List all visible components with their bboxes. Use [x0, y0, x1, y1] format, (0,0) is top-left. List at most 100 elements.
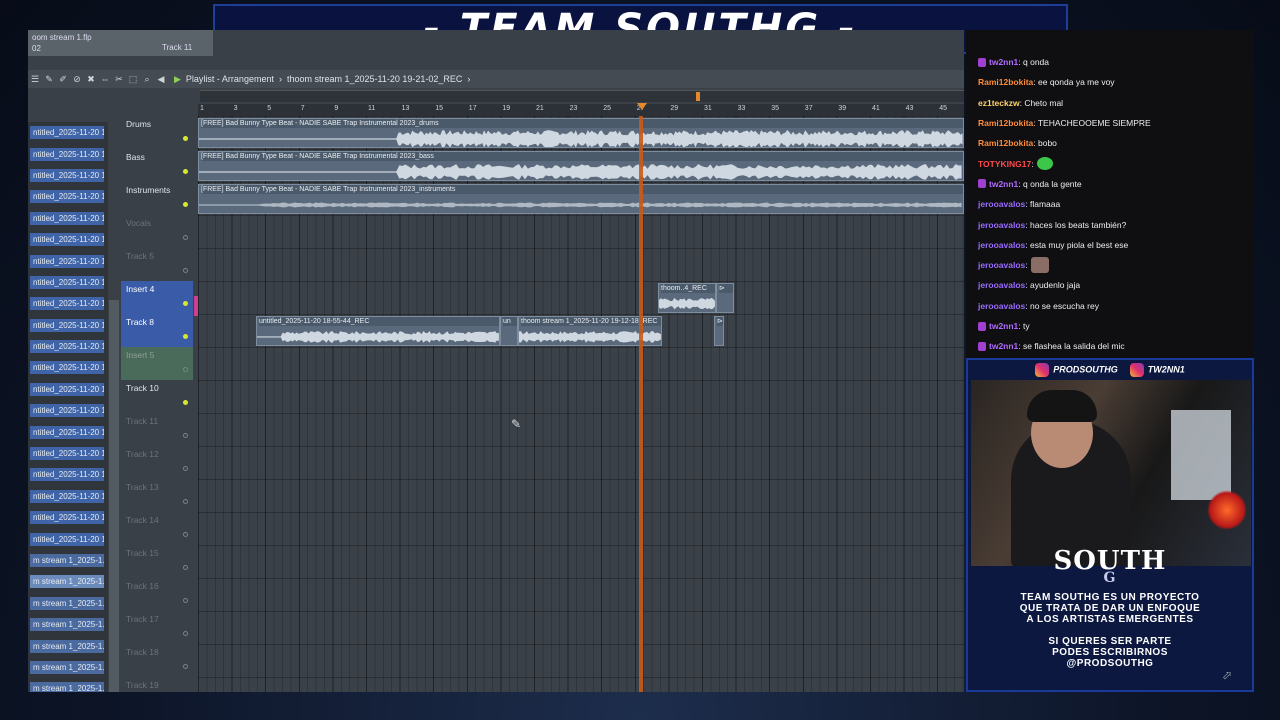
track-header[interactable]: Bass — [121, 149, 193, 182]
browser-item[interactable]: ntitled_2025-11-20 18-... — [28, 336, 108, 357]
mute-icon[interactable]: ✖ — [86, 74, 96, 85]
browser-item[interactable]: ntitled_2025-11-20 18-... — [28, 250, 108, 271]
track-enable-toggle[interactable] — [183, 466, 188, 471]
track-enable-toggle[interactable] — [183, 400, 188, 405]
track-header[interactable]: Track 16 — [121, 578, 193, 611]
zoom-icon[interactable]: ⌕ — [142, 74, 152, 85]
browser-item[interactable]: m stream 1_2025-1... — [28, 550, 108, 571]
track-header[interactable]: Track 11 — [121, 413, 193, 446]
browser-item[interactable]: ntitled_2025-11-20 18-... — [28, 272, 108, 293]
browser-item[interactable]: ntitled_2025-11-20 19-... — [28, 528, 108, 549]
menu-icon[interactable]: ☰ — [30, 74, 40, 85]
track-enable-toggle[interactable] — [183, 631, 188, 636]
chat-username[interactable]: jeroоavalos — [978, 301, 1025, 311]
chat-username[interactable]: Rami12bokita — [978, 77, 1033, 87]
track-header[interactable]: Track 13 — [121, 479, 193, 512]
clip-untitled[interactable]: untitled_2025-11-20 18-55-44_REC — [256, 316, 500, 346]
track-enable-toggle[interactable] — [183, 532, 188, 537]
track-header[interactable]: Vocals — [121, 215, 193, 248]
browser-item[interactable]: m stream 1_2025-1... — [28, 571, 108, 592]
track-header[interactable]: Insert 5 — [121, 347, 193, 380]
track-enable-toggle[interactable] — [183, 334, 188, 339]
browser-scrollbar[interactable] — [108, 122, 119, 692]
browser-item[interactable]: ntitled_2025-11-20 19-... — [28, 443, 108, 464]
delete-icon[interactable]: ⊘ — [72, 74, 82, 85]
playlist-grid[interactable]: [FREE] Bad Bunny Type Beat - NADIE SABE … — [198, 116, 964, 692]
browser-item[interactable]: ntitled_2025-11-20 19-... — [28, 421, 108, 442]
browser-item[interactable]: ntitled_2025-11-20 19-... — [28, 486, 108, 507]
chat-username[interactable]: tw2nn1 — [989, 341, 1018, 351]
track-header[interactable]: Track 8 — [121, 314, 193, 347]
chat-username[interactable]: tw2nn1 — [989, 179, 1018, 189]
playhead-line[interactable] — [639, 116, 643, 692]
track-enable-toggle[interactable] — [183, 136, 188, 141]
track-header[interactable]: Track 5 — [121, 248, 193, 281]
chat-username[interactable]: tw2nn1 — [989, 57, 1018, 67]
clip-thoom4-b[interactable]: ⊳ — [716, 283, 734, 313]
track-enable-toggle[interactable] — [183, 301, 188, 306]
track-enable-toggle[interactable] — [183, 367, 188, 372]
track-header[interactable]: Track 15 — [121, 545, 193, 578]
browser-item[interactable]: ntitled_2025-11-20 18-... — [28, 165, 108, 186]
chat-username[interactable]: Rami12bokita — [978, 138, 1033, 148]
track-header[interactable]: Insert 4 — [121, 281, 193, 314]
track-enable-toggle[interactable] — [183, 235, 188, 240]
browser-item[interactable]: m stream 1_2025-1... — [28, 635, 108, 656]
browser-item[interactable]: ntitled_2025-11-20 18-... — [28, 143, 108, 164]
pencil-icon[interactable]: ✎ — [44, 74, 54, 85]
breadcrumb-playlist[interactable]: Playlist - Arrangement — [186, 74, 274, 84]
track-enable-toggle[interactable] — [183, 499, 188, 504]
chat-username[interactable]: jeroоavalos — [978, 280, 1025, 290]
track-header[interactable]: Track 14 — [121, 512, 193, 545]
browser-item[interactable]: m stream 1_2025-1... — [28, 678, 108, 692]
play-icon[interactable]: ▶ — [174, 74, 181, 85]
track-header[interactable]: Track 12 — [121, 446, 193, 479]
browser-item[interactable]: ntitled_2025-11-20 18-... — [28, 293, 108, 314]
browser-item[interactable]: ntitled_2025-11-20 18-... — [28, 229, 108, 250]
browser-item[interactable]: ntitled_2025-11-20 18-... — [28, 186, 108, 207]
chat-username[interactable]: TOTYKING17 — [978, 159, 1031, 169]
clip-bass[interactable]: [FREE] Bad Bunny Type Beat - NADIE SABE … — [198, 151, 964, 181]
slip-icon[interactable]: ⇔ — [100, 74, 110, 85]
clip-thoom4[interactable]: thoom..4_REC — [658, 283, 716, 313]
chat-username[interactable]: jeroоavalos — [978, 199, 1025, 209]
track-header[interactable]: Track 10 — [121, 380, 193, 413]
paint-icon[interactable]: ✐ — [58, 74, 68, 85]
browser-item[interactable]: m stream 1_2025-1... — [28, 614, 108, 635]
track-enable-toggle[interactable] — [183, 664, 188, 669]
clip-small[interactable]: ⊳ — [714, 316, 724, 346]
browser-item[interactable]: ntitled_2025-11-20 18-... — [28, 315, 108, 336]
chat-username[interactable]: Rami12bokita — [978, 118, 1033, 128]
track-header[interactable]: Drums — [121, 116, 193, 149]
clip-un[interactable]: un — [500, 316, 518, 346]
time-ruler[interactable]: 1 3 5 7 9 11 13 15 17 19 21 23 25 27 29 31 33 35 37 39 41 43 4… — [198, 104, 964, 116]
clip-drums[interactable]: [FREE] Bad Bunny Type Beat - NADIE SABE … — [198, 118, 964, 148]
track-enable-toggle[interactable] — [183, 598, 188, 603]
track-enable-toggle[interactable] — [183, 169, 188, 174]
select-icon[interactable]: ⬚ — [128, 74, 138, 85]
track-header[interactable]: Track 17 — [121, 611, 193, 644]
chat-username[interactable]: jeroоavalos — [978, 220, 1025, 230]
slice-icon[interactable]: ✂ — [114, 74, 124, 85]
chat-username[interactable]: jeroоavalos — [978, 240, 1025, 250]
track-enable-toggle[interactable] — [183, 268, 188, 273]
track-header[interactable]: Track 19 — [121, 677, 193, 692]
browser-item[interactable]: ntitled_2025-11-20 19-... — [28, 507, 108, 528]
breadcrumb-pattern[interactable]: thoom stream 1_2025-11-20 19-21-02_REC — [287, 74, 462, 84]
browser-item[interactable]: ntitled_2025-11-20 19-... — [28, 357, 108, 378]
track-enable-toggle[interactable] — [183, 202, 188, 207]
playhead-marker-icon[interactable] — [637, 103, 647, 110]
browser-item[interactable]: ntitled_2025-11-20 19-... — [28, 400, 108, 421]
clip-instruments[interactable]: [FREE] Bad Bunny Type Beat - NADIE SABE … — [198, 184, 964, 214]
track-header[interactable]: Instruments — [121, 182, 193, 215]
browser-item[interactable]: m stream 1_2025-1... — [28, 593, 108, 614]
track-enable-toggle[interactable] — [183, 433, 188, 438]
track-enable-toggle[interactable] — [183, 565, 188, 570]
browser-item[interactable]: ntitled_2025-11-20 18-... — [28, 208, 108, 229]
browser-item[interactable]: ntitled_2025-11-20 18-... — [28, 122, 108, 143]
browser-item[interactable]: ntitled_2025-11-20 19-... — [28, 379, 108, 400]
scroll-marker[interactable] — [696, 92, 700, 101]
browser-scroll-thumb[interactable] — [109, 300, 119, 692]
horizontal-scrollbar[interactable] — [200, 90, 964, 102]
browser-item[interactable]: m stream 1_2025-1... — [28, 657, 108, 678]
